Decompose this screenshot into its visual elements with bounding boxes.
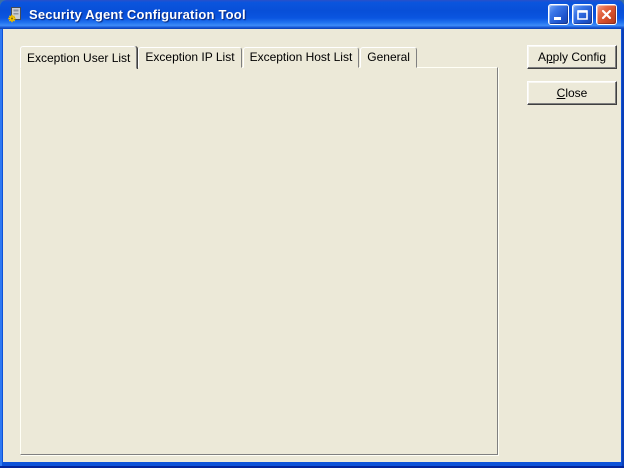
apply-config-button[interactable]: Apply Config xyxy=(527,45,617,69)
security-agent-app-icon xyxy=(7,6,24,23)
close-icon xyxy=(599,7,614,22)
tab-general[interactable]: General xyxy=(360,47,417,68)
security-agent-config-window: Security Agent Configuration Tool Except… xyxy=(0,0,624,468)
maximize-button[interactable] xyxy=(572,4,593,25)
gear-icon xyxy=(8,15,15,22)
maximize-icon xyxy=(575,7,590,22)
window-title: Security Agent Configuration Tool xyxy=(29,7,246,22)
exception-user-list-page xyxy=(20,67,498,455)
tab-exception-host-list[interactable]: Exception Host List xyxy=(243,47,360,68)
tab-exception-ip-list[interactable]: Exception IP List xyxy=(138,47,241,68)
dialog-client-area: Exception User List Exception IP List Ex… xyxy=(3,29,621,462)
close-button[interactable] xyxy=(596,4,617,25)
minimize-icon xyxy=(551,7,566,22)
close-dialog-button[interactable]: Close xyxy=(527,81,617,105)
tab-exception-user-list[interactable]: Exception User List xyxy=(20,46,137,69)
minimize-button[interactable] xyxy=(548,4,569,25)
tab-strip: Exception User List Exception IP List Ex… xyxy=(20,45,418,68)
titlebar[interactable]: Security Agent Configuration Tool xyxy=(0,0,624,29)
